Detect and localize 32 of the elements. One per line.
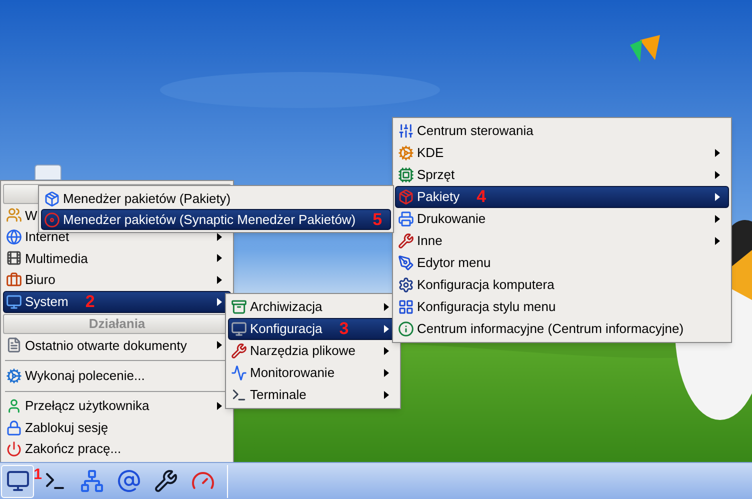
menu-item-label: Terminale — [250, 386, 306, 404]
menu-item-label: Menedżer pakietów (Pakiety) — [63, 190, 231, 208]
menu-item-label: Archiwizacja — [250, 298, 322, 316]
menu-item-label: Multimedia — [25, 250, 88, 268]
menu-item-label: Edytor menu — [417, 254, 491, 272]
menu-item-label: System — [25, 292, 68, 311]
menu-item-label: Konfiguracja komputera — [417, 276, 554, 294]
menu-item-label: Sprzęt — [417, 166, 455, 184]
step-number: 1 — [34, 466, 42, 482]
menu-item-label: W — [25, 206, 38, 225]
menu-item-label: Wykonaj polecenie... — [25, 367, 145, 386]
menu-item-label: Inne — [417, 232, 442, 250]
menu-item-label: Biuro — [25, 271, 56, 290]
menu-item-label: Monitorowanie — [250, 364, 335, 382]
menu-item-label: Konfiguracja stylu menu — [417, 298, 556, 316]
step-number: 4 — [476, 186, 486, 208]
menu-item-label: Centrum informacyjne (Centrum informacyjne) — [417, 320, 684, 338]
menu-item-label: Pakiety — [417, 188, 460, 206]
menu-item-label: Zablokuj sesję — [25, 418, 108, 437]
menu-item-label: Narzędzia plikowe — [250, 342, 356, 360]
step-number: 2 — [85, 290, 95, 313]
menu-item-label: Konfiguracja — [250, 320, 322, 338]
menu-item-label: Zakończ pracę... — [25, 440, 122, 458]
menu-item-label: Internet — [25, 228, 70, 246]
step-number: 3 — [339, 318, 349, 340]
menu-item-label: Centrum sterowania — [417, 122, 534, 140]
menu-item-label: Drukowanie — [417, 210, 486, 228]
menu-item-label: Menedżer pakietów (Synaptic Menedżer Pakietów) — [63, 210, 356, 229]
step-number: 5 — [372, 208, 382, 231]
menu-item-label: Przełącz użytkownika — [25, 397, 150, 416]
menu-item-label: KDE — [417, 144, 444, 162]
menu-item-label: Ostatnio otwarte dokumenty — [25, 336, 187, 355]
